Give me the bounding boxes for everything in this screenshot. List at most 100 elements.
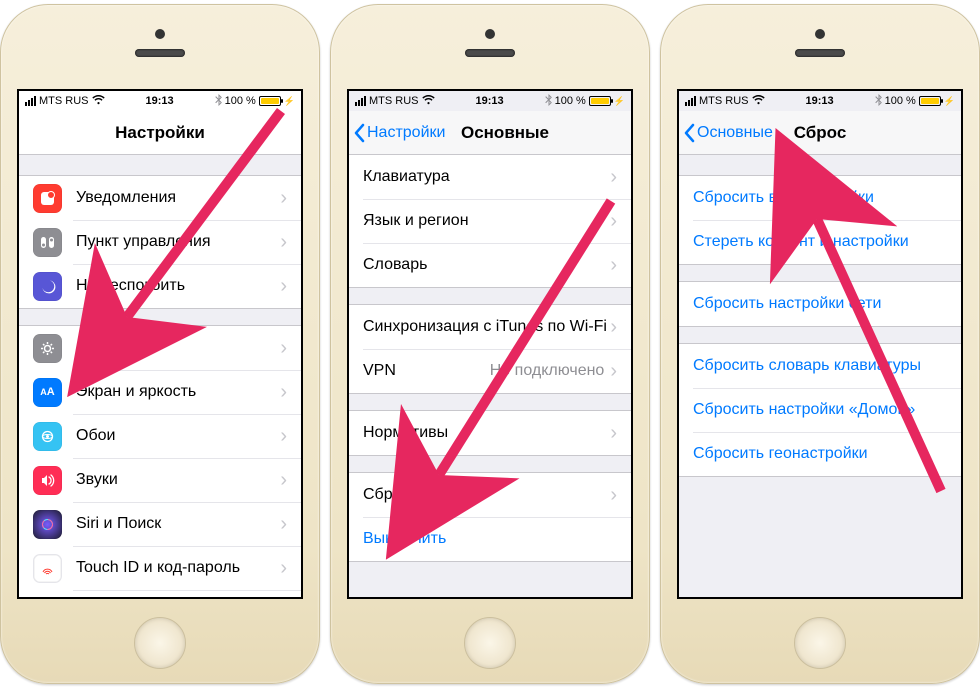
notifications-icon xyxy=(33,184,62,213)
row-dnd[interactable]: Не беспокоить › xyxy=(19,264,301,308)
general-group-reset: Сброс › Выключить xyxy=(349,472,631,562)
back-button[interactable]: Основные xyxy=(679,123,773,143)
status-bar: MTS RUS 19:13 100 % ⚡ xyxy=(19,91,301,111)
settings-group-general: Основные › AA Экран и яркость › Обои › xyxy=(19,325,301,597)
nav-bar: Настройки Основные xyxy=(349,111,631,155)
row-reset-location[interactable]: Сбросить геонастройки xyxy=(679,432,961,476)
row-sounds[interactable]: Звуки › xyxy=(19,458,301,502)
row-reset-keyboard[interactable]: Сбросить словарь клавиатуры xyxy=(679,344,961,388)
signal-icon xyxy=(685,96,696,106)
row-vpn[interactable]: VPN Не подключено › xyxy=(349,349,631,393)
chevron-right-icon: › xyxy=(280,381,287,404)
row-reset-network[interactable]: Сбросить настройки сети xyxy=(679,282,961,326)
chevron-right-icon: › xyxy=(610,166,617,189)
battery-pct-label: 100 % xyxy=(225,95,256,107)
chevron-right-icon: › xyxy=(280,231,287,254)
controlcenter-icon xyxy=(33,228,62,257)
general-group-lang: Клавиатура › Язык и регион › Словарь › xyxy=(349,155,631,288)
row-regulatory[interactable]: Нормативы › xyxy=(349,411,631,455)
charging-icon: ⚡ xyxy=(284,96,295,107)
clock-label: 19:13 xyxy=(475,95,503,107)
dnd-icon xyxy=(33,272,62,301)
home-button[interactable] xyxy=(464,617,516,669)
status-bar: MTS RUS 19:13 100 % ⚡ xyxy=(349,91,631,111)
row-notifications[interactable]: Уведомления › xyxy=(19,176,301,220)
row-wallpaper[interactable]: Обои › xyxy=(19,414,301,458)
bluetooth-icon xyxy=(875,94,882,109)
chevron-right-icon: › xyxy=(610,210,617,233)
row-itunes-wifi[interactable]: Синхронизация с iTunes по Wi-Fi › xyxy=(349,305,631,349)
carrier-label: MTS RUS xyxy=(39,95,89,107)
back-label: Настройки xyxy=(367,124,445,142)
battery-icon xyxy=(259,96,281,106)
chevron-right-icon: › xyxy=(610,316,617,339)
signal-icon xyxy=(25,96,36,106)
nav-bar: Настройки xyxy=(19,111,301,155)
reset-group-3: Сбросить словарь клавиатуры Сбросить нас… xyxy=(679,343,961,477)
row-siri[interactable]: Siri и Поиск › xyxy=(19,502,301,546)
vpn-status: Не подключено xyxy=(490,362,605,380)
battery-icon xyxy=(589,96,611,106)
chevron-right-icon: › xyxy=(280,513,287,536)
battery-pct-label: 100 % xyxy=(885,95,916,107)
row-general[interactable]: Основные › xyxy=(19,326,301,370)
row-erase-all[interactable]: Стереть контент и настройки xyxy=(679,220,961,264)
row-reset-all[interactable]: Сбросить все настройки xyxy=(679,176,961,220)
home-button[interactable] xyxy=(134,617,186,669)
phone-frame-2: MTS RUS 19:13 100 % ⚡ xyxy=(330,4,650,684)
nav-bar: Основные Сброс xyxy=(679,111,961,155)
charging-icon: ⚡ xyxy=(614,96,625,107)
reset-group-2: Сбросить настройки сети xyxy=(679,281,961,327)
wallpaper-icon xyxy=(33,422,62,451)
chevron-right-icon: › xyxy=(610,360,617,383)
row-language[interactable]: Язык и регион › xyxy=(349,199,631,243)
row-keyboard[interactable]: Клавиатура › xyxy=(349,155,631,199)
chevron-right-icon: › xyxy=(610,422,617,445)
wifi-icon xyxy=(752,95,765,108)
row-display[interactable]: AA Экран и яркость › xyxy=(19,370,301,414)
row-dictionary[interactable]: Словарь › xyxy=(349,243,631,287)
general-group-sync: Синхронизация с iTunes по Wi-Fi › VPN Не… xyxy=(349,304,631,394)
page-title: Настройки xyxy=(19,123,301,143)
phone-frame-1: MTS RUS 19:13 100 % ⚡ Настройки xyxy=(0,4,320,684)
bluetooth-icon xyxy=(545,94,552,109)
carrier-label: MTS RUS xyxy=(699,95,749,107)
chevron-right-icon: › xyxy=(280,425,287,448)
siri-icon xyxy=(33,510,62,539)
row-shutdown[interactable]: Выключить xyxy=(349,517,631,561)
row-control-center[interactable]: Пункт управления › xyxy=(19,220,301,264)
clock-label: 19:13 xyxy=(805,95,833,107)
general-group-regulatory: Нормативы › xyxy=(349,410,631,456)
reset-group-1: Сбросить все настройки Стереть контент и… xyxy=(679,175,961,265)
charging-icon: ⚡ xyxy=(944,96,955,107)
clock-label: 19:13 xyxy=(145,95,173,107)
settings-group-notifications: Уведомления › Пункт управления › xyxy=(19,175,301,309)
status-bar: MTS RUS 19:13 100 % ⚡ xyxy=(679,91,961,111)
phone-frame-3: MTS RUS 19:13 100 % ⚡ xyxy=(660,4,980,684)
chevron-right-icon: › xyxy=(610,484,617,507)
sounds-icon xyxy=(33,466,62,495)
chevron-right-icon: › xyxy=(280,469,287,492)
home-button[interactable] xyxy=(794,617,846,669)
back-button[interactable]: Настройки xyxy=(349,123,445,143)
display-icon: AA xyxy=(33,378,62,407)
back-label: Основные xyxy=(697,124,773,142)
wifi-icon xyxy=(422,95,435,108)
row-reset[interactable]: Сброс › xyxy=(349,473,631,517)
general-icon xyxy=(33,334,62,363)
chevron-right-icon: › xyxy=(280,557,287,580)
signal-icon xyxy=(355,96,366,106)
battery-icon xyxy=(919,96,941,106)
wifi-icon xyxy=(92,95,105,108)
carrier-label: MTS RUS xyxy=(369,95,419,107)
battery-pct-label: 100 % xyxy=(555,95,586,107)
chevron-right-icon: › xyxy=(610,254,617,277)
row-touchid[interactable]: Touch ID и код-пароль › xyxy=(19,546,301,590)
bluetooth-icon xyxy=(215,94,222,109)
touchid-icon xyxy=(33,554,62,583)
chevron-right-icon: › xyxy=(280,275,287,298)
chevron-right-icon: › xyxy=(280,187,287,210)
row-reset-home[interactable]: Сбросить настройки «Домой» xyxy=(679,388,961,432)
chevron-right-icon: › xyxy=(280,337,287,360)
row-sos[interactable]: SOS Экстренный вызов — SOS xyxy=(19,590,301,597)
